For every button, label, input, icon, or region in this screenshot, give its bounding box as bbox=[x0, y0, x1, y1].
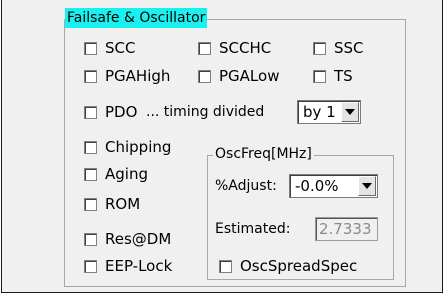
checkbox-ssc[interactable]: SSC bbox=[313, 38, 364, 58]
checkbox-label: SCC bbox=[105, 39, 136, 57]
checkbox-box[interactable] bbox=[84, 167, 97, 181]
checkbox-label: TS bbox=[334, 67, 353, 85]
checkbox-scc[interactable]: SCC bbox=[84, 38, 135, 58]
checkbox-box[interactable] bbox=[84, 232, 97, 246]
checkbox-ts[interactable]: TS bbox=[313, 66, 353, 86]
checkbox-box[interactable] bbox=[84, 69, 97, 83]
checkbox-label: ROM bbox=[105, 195, 141, 213]
checkbox-res-dm[interactable]: Res@DM bbox=[84, 229, 171, 249]
checkbox-eep-lock[interactable]: EEP-Lock bbox=[84, 256, 172, 276]
checkbox-box[interactable] bbox=[198, 69, 211, 83]
checkbox-label: SCCHC bbox=[219, 39, 272, 57]
timing-divider-value: by 1 bbox=[303, 103, 336, 121]
checkbox-osc-spread-spec[interactable]: OscSpreadSpec bbox=[219, 256, 357, 276]
checkbox-box[interactable] bbox=[84, 197, 97, 211]
checkbox-box[interactable] bbox=[313, 69, 326, 83]
checkbox-pgahigh[interactable]: PGAHigh bbox=[84, 66, 170, 86]
checkbox-label: PGALow bbox=[219, 67, 280, 85]
checkbox-box[interactable] bbox=[313, 41, 326, 55]
failsafe-group-title: Failsafe & Oscillator bbox=[65, 8, 208, 28]
estimated-value-field: 2.7333 bbox=[315, 217, 378, 241]
checkbox-box[interactable] bbox=[84, 259, 97, 273]
checkbox-pdo[interactable]: PDO bbox=[84, 102, 137, 122]
checkbox-label: Aging bbox=[105, 165, 148, 183]
adjust-label: %Adjust: bbox=[215, 178, 277, 194]
chevron-down-icon bbox=[345, 109, 355, 115]
checkbox-pgalow[interactable]: PGALow bbox=[198, 66, 279, 86]
checkbox-label: Chipping bbox=[105, 138, 172, 156]
checkbox-aging[interactable]: Aging bbox=[84, 164, 148, 184]
checkbox-label: OscSpreadSpec bbox=[240, 257, 358, 275]
checkbox-box[interactable] bbox=[84, 41, 97, 55]
checkbox-rom[interactable]: ROM bbox=[84, 194, 140, 214]
checkbox-label: PGAHigh bbox=[105, 67, 171, 85]
chevron-down-icon bbox=[362, 183, 372, 189]
adjust-select[interactable]: -0.0% bbox=[289, 174, 378, 198]
checkbox-box[interactable] bbox=[198, 41, 211, 55]
dropdown-button[interactable] bbox=[358, 176, 376, 196]
timing-divided-label: ... timing divided bbox=[146, 104, 265, 120]
checkbox-label: Res@DM bbox=[105, 230, 172, 248]
estimated-label: Estimated: bbox=[215, 221, 291, 237]
checkbox-box[interactable] bbox=[84, 105, 97, 119]
dropdown-button[interactable] bbox=[341, 102, 359, 122]
checkbox-label: PDO bbox=[105, 103, 138, 121]
oscfreq-group-title: OscFreq[MHz] bbox=[213, 144, 314, 164]
failsafe-panel: Failsafe & Oscillator SCC SCCHC SSC PGAH… bbox=[1, 0, 443, 293]
checkbox-box[interactable] bbox=[84, 140, 97, 154]
checkbox-label: SSC bbox=[334, 39, 364, 57]
adjust-value: -0.0% bbox=[295, 177, 339, 195]
checkbox-chipping[interactable]: Chipping bbox=[84, 137, 171, 157]
checkbox-label: EEP-Lock bbox=[105, 257, 173, 275]
checkbox-scchc[interactable]: SCCHC bbox=[198, 38, 271, 58]
timing-divider-select[interactable]: by 1 bbox=[297, 100, 361, 124]
checkbox-box[interactable] bbox=[219, 259, 232, 273]
